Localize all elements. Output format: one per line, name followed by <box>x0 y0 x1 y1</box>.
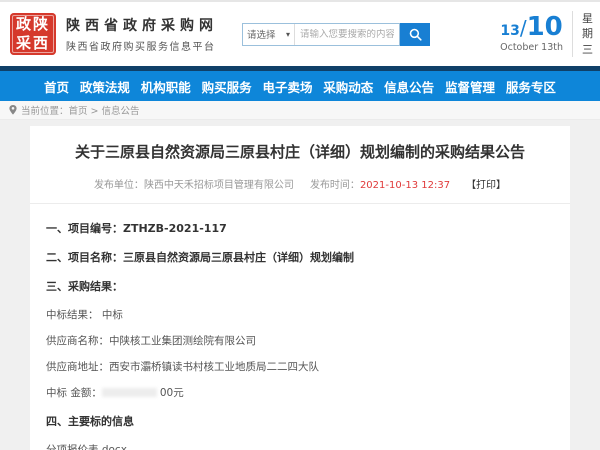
nav-item-procurement-news[interactable]: 采购动态 <box>323 77 373 96</box>
date-day: 13 <box>500 23 519 39</box>
site-logo[interactable]: 政陕 采西 <box>10 13 56 55</box>
search-input[interactable] <box>295 29 399 40</box>
section-procurement-result: 三、采购结果： <box>46 278 554 294</box>
supplier-address: 供应商地址：西安市灞桥镇读书村核工业地质局二二四大队 <box>46 359 554 374</box>
logo-text-bottom: 采西 <box>16 34 50 53</box>
site-names: 陕西省政府采购网 陕西省政府购买服务信息平台 <box>66 15 218 53</box>
nav-item-purchase-services[interactable]: 购买服务 <box>202 77 252 96</box>
search-select-value: 请选择 <box>247 27 276 41</box>
date-month: 10 <box>527 12 563 42</box>
nav-item-service-zone[interactable]: 服务专区 <box>506 77 556 96</box>
chevron-down-icon: ▾ <box>286 30 290 39</box>
redacted-amount-value <box>102 388 157 397</box>
article-meta: 发布单位：陕西中天禾招标项目管理有限公司 发布时间：2021-10-13 12:… <box>30 176 570 204</box>
section-main-subject-info: 四、主要标的信息 <box>46 413 554 429</box>
date-separator: / <box>520 16 527 40</box>
nav-item-functions[interactable]: 机构职能 <box>141 77 191 96</box>
publish-time-label: 发布时间： <box>310 180 360 191</box>
site-header: 政陕 采西 陕西省政府采购网 陕西省政府购买服务信息平台 请选择 ▾ 13 <box>0 2 600 66</box>
main-nav: 首页 政策法规 机构职能 购买服务 电子卖场 采购动态 信息公告 监督管理 服务… <box>0 66 600 101</box>
site-subtitle: 陕西省政府购买服务信息平台 <box>66 38 218 53</box>
date-weekday: 星期三 <box>572 11 586 57</box>
publisher-label: 发布单位： <box>94 180 144 191</box>
search-box: 请选择 ▾ <box>242 23 400 46</box>
search-icon <box>409 28 422 41</box>
nav-item-supervision[interactable]: 监督管理 <box>445 77 495 96</box>
publish-time-value: 2021-10-13 12:37 <box>360 180 450 191</box>
publish-time: 发布时间：2021-10-13 12:37 <box>310 176 450 191</box>
print-button[interactable]: 【打印】 <box>466 176 506 191</box>
breadcrumb: 当前位置： 首页 > 信息公告 <box>0 101 600 120</box>
date-numbers: 13/10 October 13th <box>500 14 563 53</box>
article-body: 一、项目编号：ZTHZB-2021-117 二、项目名称：三原县自然资源局三原县… <box>30 204 570 450</box>
publisher-value: 陕西中天禾招标项目管理有限公司 <box>144 180 294 191</box>
bid-amount: 中标 金额： 00元 <box>46 385 554 400</box>
site-title: 陕西省政府采购网 <box>66 15 218 35</box>
attachment-link[interactable]: 分项报价表.docx <box>46 442 554 450</box>
search-group: 请选择 ▾ <box>242 23 430 46</box>
bid-result: 中标结果： 中标 <box>46 307 554 322</box>
publisher: 发布单位：陕西中天禾招标项目管理有限公司 <box>94 176 294 191</box>
supplier-name: 供应商名称：中陕核工业集团测绘院有限公司 <box>46 333 554 348</box>
search-button[interactable] <box>400 23 430 46</box>
nav-item-emall[interactable]: 电子卖场 <box>262 77 312 96</box>
breadcrumb-label: 当前位置： <box>21 103 69 117</box>
page-title: 关于三原县自然资源局三原县村庄（详细）规划编制的采购结果公告 <box>30 143 570 163</box>
search-category-select[interactable]: 请选择 ▾ <box>243 24 295 45</box>
breadcrumb-path[interactable]: 首页 > 信息公告 <box>69 103 140 117</box>
nav-item-home[interactable]: 首页 <box>44 77 69 96</box>
date-english: October 13th <box>500 42 563 53</box>
nav-item-policies[interactable]: 政策法规 <box>80 77 130 96</box>
date-block: 13/10 October 13th 星期三 <box>500 11 590 57</box>
location-pin-icon <box>9 105 17 115</box>
bid-amount-suffix: 00元 <box>160 387 184 399</box>
nav-item-announcements[interactable]: 信息公告 <box>384 77 434 96</box>
section-project-number: 一、项目编号：ZTHZB-2021-117 <box>46 220 554 236</box>
logo-text-top: 政陕 <box>16 15 50 34</box>
article-card: 关于三原县自然资源局三原县村庄（详细）规划编制的采购结果公告 发布单位：陕西中天… <box>30 126 570 450</box>
bid-amount-label: 中标 金额： <box>46 387 102 399</box>
section-project-name: 二、项目名称：三原县自然资源局三原县村庄（详细）规划编制 <box>46 249 554 265</box>
